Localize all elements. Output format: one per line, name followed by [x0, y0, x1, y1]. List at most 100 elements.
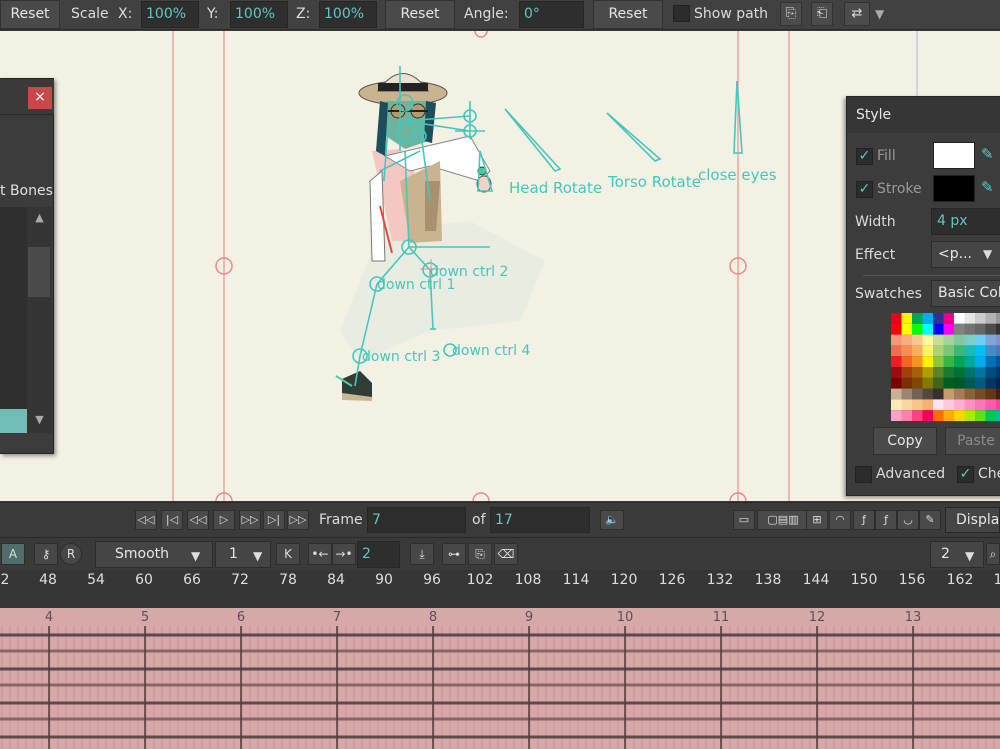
step-forward-icon[interactable]: ▷▷ [239, 510, 261, 530]
swatch-cell[interactable] [943, 323, 955, 335]
next-key-icon[interactable]: →• [332, 543, 356, 565]
display-dropdown[interactable]: Displa [945, 507, 1000, 533]
show-path-checkbox[interactable] [673, 5, 690, 22]
swatch-cell[interactable] [933, 367, 944, 378]
frame-ruler[interactable]: 2 48 54 60 66 72 78 84 90 96 102 108 114 120 126 132 138… [0, 570, 1000, 608]
scale-y-field[interactable]: 100% [230, 1, 288, 28]
stroke-eyedropper-icon[interactable]: ✎ [981, 178, 994, 196]
swatch-cell[interactable] [901, 345, 913, 357]
swatch-cell[interactable] [891, 388, 902, 400]
scale-z-field[interactable]: 100% [319, 1, 377, 28]
swatch-cell[interactable] [964, 377, 976, 389]
swatch-cell[interactable] [964, 345, 976, 357]
swatch-cell[interactable] [964, 410, 976, 421]
swatch-cell[interactable] [996, 313, 1000, 324]
swatch-cell[interactable] [901, 334, 913, 346]
swatch-cell[interactable] [891, 410, 902, 421]
swatch-cell[interactable] [912, 377, 923, 389]
bone-label-down-ctrl-3[interactable]: down ctrl 3 [362, 349, 440, 365]
swatch-cell[interactable] [922, 377, 934, 389]
swatch-cell[interactable] [933, 345, 944, 357]
tab-bones[interactable]: t Bones [0, 183, 53, 199]
swatch-cell[interactable] [912, 334, 923, 346]
swatch-cell[interactable] [996, 388, 1000, 400]
swatch-cell[interactable] [933, 377, 944, 389]
swatch-cell[interactable] [891, 313, 902, 324]
key-icon[interactable]: ⚷ [34, 543, 58, 565]
advanced-checkbox[interactable] [855, 466, 872, 483]
swatch-cell[interactable] [943, 313, 955, 324]
swatch-cell[interactable] [985, 334, 997, 346]
reset-scale-button[interactable]: Reset [385, 0, 455, 29]
swatch-cell[interactable] [933, 388, 944, 400]
copy-style-button[interactable]: Copy [873, 427, 937, 455]
step-dropdown[interactable]: 1 [215, 541, 271, 568]
swatch-cell[interactable] [985, 367, 997, 378]
swatch-cell[interactable] [975, 356, 986, 367]
bones-list[interactable] [0, 207, 27, 433]
swatch-cell[interactable] [975, 399, 986, 411]
swatch-cell[interactable] [975, 345, 986, 357]
swatch-cell[interactable] [985, 323, 997, 335]
swatch-cell[interactable] [954, 377, 965, 389]
prev-key-icon[interactable]: •← [308, 543, 332, 565]
swatch-cell[interactable] [985, 388, 997, 400]
swatch-cell[interactable] [964, 334, 976, 346]
che-checkbox[interactable]: ✓ [957, 466, 974, 483]
swatch-cell[interactable] [901, 323, 913, 335]
swatch-cell[interactable] [912, 313, 923, 324]
fill-checkbox[interactable]: ✓ [856, 148, 873, 165]
step-chevron-down-icon[interactable]: ▼ [253, 549, 262, 563]
swatch-cell[interactable] [996, 345, 1000, 357]
swatch-cell[interactable] [912, 388, 923, 400]
swatch-cell[interactable] [975, 313, 986, 324]
align-icon[interactable]: ⇄ [844, 2, 870, 26]
swatch-cell[interactable] [985, 313, 997, 324]
copy-frame-icon[interactable]: ⎘ [468, 543, 492, 565]
total-frames-field[interactable]: 17 [490, 507, 590, 533]
swatch-cell[interactable] [954, 367, 965, 378]
zoom-search-icon[interactable]: ⌕ [986, 543, 1000, 565]
sound-icon[interactable]: 🔈 [600, 510, 624, 530]
scroll-up-icon[interactable]: ▲ [27, 209, 52, 227]
zoom-chevron-down-icon[interactable]: ▼ [965, 549, 974, 563]
swatch-cell[interactable] [943, 410, 955, 421]
mask-icon[interactable]: ◡ [897, 510, 919, 530]
swatch-cell[interactable] [922, 410, 934, 421]
swatch-cell[interactable] [891, 334, 902, 346]
stroke-color-swatch[interactable] [933, 175, 975, 202]
safe-frame-icon[interactable]: ▭ [733, 510, 755, 530]
swatch-cell[interactable] [996, 334, 1000, 346]
swatch-cell[interactable] [891, 323, 902, 335]
swatch-cell[interactable] [901, 410, 913, 421]
timeline-tracks[interactable]: 4 5 6 7 8 9 10 11 12 13 [0, 608, 1000, 749]
swatch-cell[interactable] [964, 399, 976, 411]
swatch-cell[interactable] [964, 323, 976, 335]
swatch-cell[interactable] [996, 323, 1000, 335]
swatch-cell[interactable] [975, 388, 986, 400]
selected-list-item[interactable] [0, 409, 27, 433]
style-panel-title[interactable]: Style [847, 97, 1000, 133]
effect-chevron-down-icon[interactable]: ▼ [983, 247, 992, 261]
play-icon[interactable]: ▷ [213, 510, 235, 530]
swatch-cell[interactable] [996, 377, 1000, 389]
swatch-cell[interactable] [975, 410, 986, 421]
swatch-cell[interactable] [901, 377, 913, 389]
swatch-cell[interactable] [975, 377, 986, 389]
bones-scrollbar[interactable]: ▲ ▼ [27, 207, 52, 433]
swatch-cell[interactable] [901, 399, 913, 411]
swatches-dropdown[interactable]: Basic Col [931, 280, 1000, 307]
loop-to-start-icon[interactable]: ◁◁ [135, 510, 157, 530]
width-field[interactable]: 4 px [931, 208, 1000, 235]
swatch-cell[interactable] [943, 399, 955, 411]
view-layout-icon[interactable]: ▢▤▥ [757, 510, 809, 530]
relative-icon[interactable]: R [60, 543, 82, 565]
fill-color-swatch[interactable] [933, 142, 975, 169]
swatch-cell[interactable] [943, 334, 955, 346]
swatch-cell[interactable] [922, 345, 934, 357]
swatch-cell[interactable] [985, 356, 997, 367]
swatch-cell[interactable] [933, 313, 944, 324]
swatch-cell[interactable] [891, 377, 902, 389]
flip-horizontal-icon[interactable]: ⎘ [780, 2, 802, 26]
close-icon[interactable]: × [28, 87, 52, 109]
